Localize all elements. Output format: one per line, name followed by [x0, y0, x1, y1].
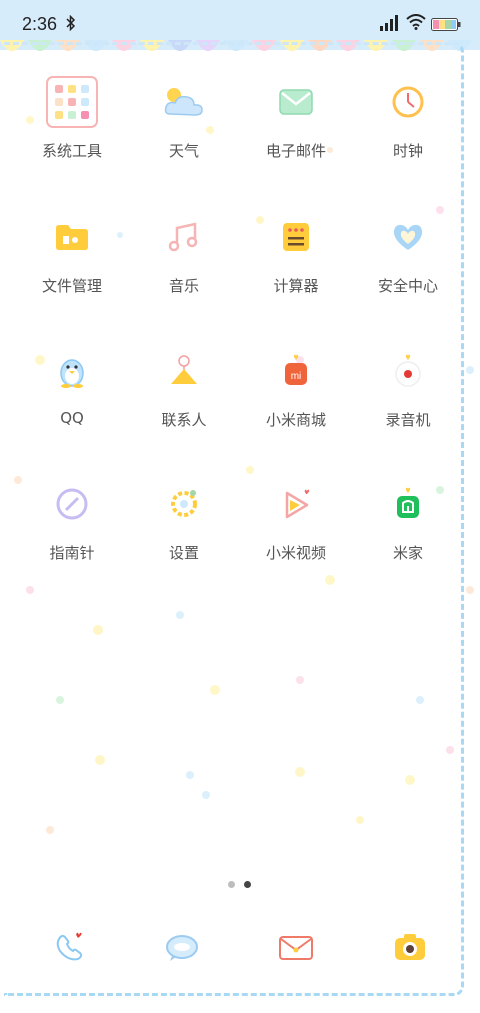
app-label: 安全中心: [377, 277, 438, 295]
app-label: 米家: [392, 544, 423, 562]
qq-icon: [42, 341, 102, 401]
app-clock[interactable]: 时钟: [348, 72, 468, 161]
phone-icon: [53, 930, 87, 968]
app-label: 联系人: [161, 411, 207, 429]
folder-tools-icon: [42, 72, 102, 132]
app-label: 计算器: [273, 277, 319, 295]
security-icon: [378, 207, 438, 267]
mi-store-icon: mi: [266, 341, 326, 401]
camera-icon: [393, 932, 427, 966]
mijia-icon: [378, 474, 438, 534]
settings-icon: [154, 474, 214, 534]
recorder-icon: [378, 341, 438, 401]
app-file-manager[interactable]: 文件管理: [12, 207, 132, 296]
app-settings[interactable]: 设置: [124, 474, 244, 563]
app-mijia[interactable]: 米家: [348, 474, 468, 563]
mi-video-icon: [266, 474, 326, 534]
clock-icon: [378, 72, 438, 132]
app-recorder[interactable]: 录音机: [348, 341, 468, 430]
app-music[interactable]: 音乐: [124, 207, 244, 296]
messages-icon: [164, 932, 200, 966]
file-manager-icon: [42, 207, 102, 267]
app-compass[interactable]: 指南针: [12, 474, 132, 563]
app-contacts[interactable]: 联系人: [124, 341, 244, 430]
app-label: 文件管理: [41, 277, 102, 295]
page-dot-2-active: [244, 881, 251, 888]
envelope-icon: [278, 933, 314, 965]
app-calculator[interactable]: 计算器: [236, 207, 356, 296]
app-label: 录音机: [385, 411, 431, 429]
dock-envelope[interactable]: [266, 924, 326, 974]
app-mi-store[interactable]: mi 小米商城: [236, 341, 356, 430]
app-label: 系统工具: [41, 142, 102, 160]
app-label: 指南针: [49, 544, 95, 562]
app-label: 小米视频: [265, 544, 326, 562]
app-label: 设置: [168, 544, 199, 562]
compass-icon: [42, 474, 102, 534]
email-icon: [266, 72, 326, 132]
app-email[interactable]: 电子邮件: [236, 72, 356, 161]
app-security[interactable]: 安全中心: [348, 207, 468, 296]
dock-phone[interactable]: [40, 924, 100, 974]
svg-text:mi: mi: [291, 371, 302, 382]
dock-messages[interactable]: [152, 924, 212, 974]
app-label: 天气: [168, 142, 199, 160]
app-mi-video[interactable]: 小米视频: [236, 474, 356, 563]
weather-icon: [154, 72, 214, 132]
app-qq[interactable]: QQ: [12, 341, 132, 427]
app-label: 电子邮件: [265, 142, 326, 160]
contacts-icon: [154, 341, 214, 401]
music-icon: [154, 207, 214, 267]
app-system-tools[interactable]: 系统工具: [12, 72, 132, 161]
dock-camera[interactable]: [380, 924, 440, 974]
app-weather[interactable]: 天气: [124, 72, 244, 161]
app-label: 时钟: [392, 142, 423, 160]
page-indicator[interactable]: [228, 873, 260, 892]
app-label: 音乐: [168, 277, 199, 295]
app-label: QQ: [60, 409, 84, 427]
calculator-icon: [266, 207, 326, 267]
page-dot-1: [228, 881, 235, 888]
app-grid: 系统工具 天气 电子邮件 时钟 文件管理 音乐 计算器 安全中心 QQ 联系人 …: [0, 0, 480, 1013]
app-label: 小米商城: [265, 411, 326, 429]
